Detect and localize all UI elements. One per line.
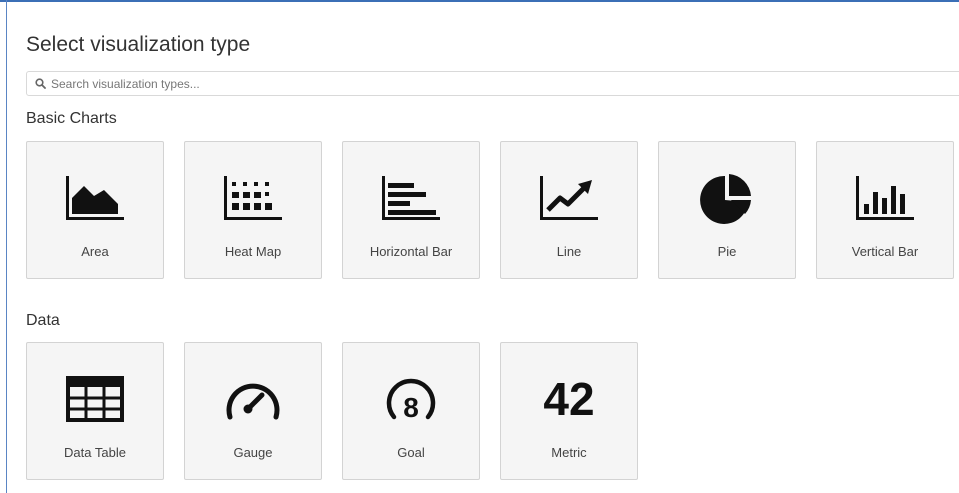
viz-card-area[interactable]: Area	[26, 141, 164, 279]
viz-card-label: Metric	[551, 445, 587, 460]
line-chart-icon	[501, 172, 637, 224]
viz-card-label: Vertical Bar	[851, 244, 919, 259]
horizontal-bar-icon	[343, 172, 479, 224]
viz-card-gauge[interactable]: Gauge	[184, 342, 322, 480]
gauge-icon	[185, 373, 321, 425]
search-input[interactable]: Search visualization types...	[51, 77, 200, 91]
data-table-icon	[27, 373, 163, 425]
viz-card-label: Line	[556, 244, 582, 259]
search-field[interactable]: Search visualization types...	[26, 71, 959, 96]
viz-card-label: Heat Map	[224, 244, 282, 259]
metric-value-text: 42	[543, 373, 595, 425]
goal-value-text: 8	[403, 392, 419, 423]
viz-card-heat-map[interactable]: Heat Map	[184, 141, 322, 279]
viz-card-label: Horizontal Bar	[369, 244, 453, 259]
page-title: Select visualization type	[26, 33, 251, 56]
viz-card-data-table[interactable]: Data Table	[26, 342, 164, 480]
viz-card-metric[interactable]: 42 Metric	[500, 342, 638, 480]
metric-icon: 42	[501, 373, 637, 425]
viz-card-vertical-bar[interactable]: Vertical Bar	[816, 141, 954, 279]
search-icon	[35, 78, 46, 89]
goal-icon: 8	[343, 373, 479, 425]
heat-map-icon	[185, 172, 321, 224]
viz-card-label: Pie	[717, 244, 737, 259]
viz-card-horizontal-bar[interactable]: Horizontal Bar	[342, 141, 480, 279]
window-left-border	[6, 0, 7, 493]
area-chart-icon	[27, 172, 163, 224]
viz-card-pie[interactable]: Pie	[658, 141, 796, 279]
window-top-border	[0, 0, 959, 2]
viz-card-label: Area	[81, 244, 109, 259]
viz-card-label: Gauge	[233, 445, 273, 460]
viz-card-label: Data Table	[64, 445, 126, 460]
viz-card-line[interactable]: Line	[500, 141, 638, 279]
vertical-bar-icon	[817, 172, 953, 224]
pie-chart-icon	[659, 172, 795, 224]
section-basic-charts-label: Basic Charts	[26, 110, 117, 127]
viz-card-goal[interactable]: 8 Goal	[342, 342, 480, 480]
section-data-label: Data	[26, 312, 60, 329]
viz-card-label: Goal	[397, 445, 425, 460]
